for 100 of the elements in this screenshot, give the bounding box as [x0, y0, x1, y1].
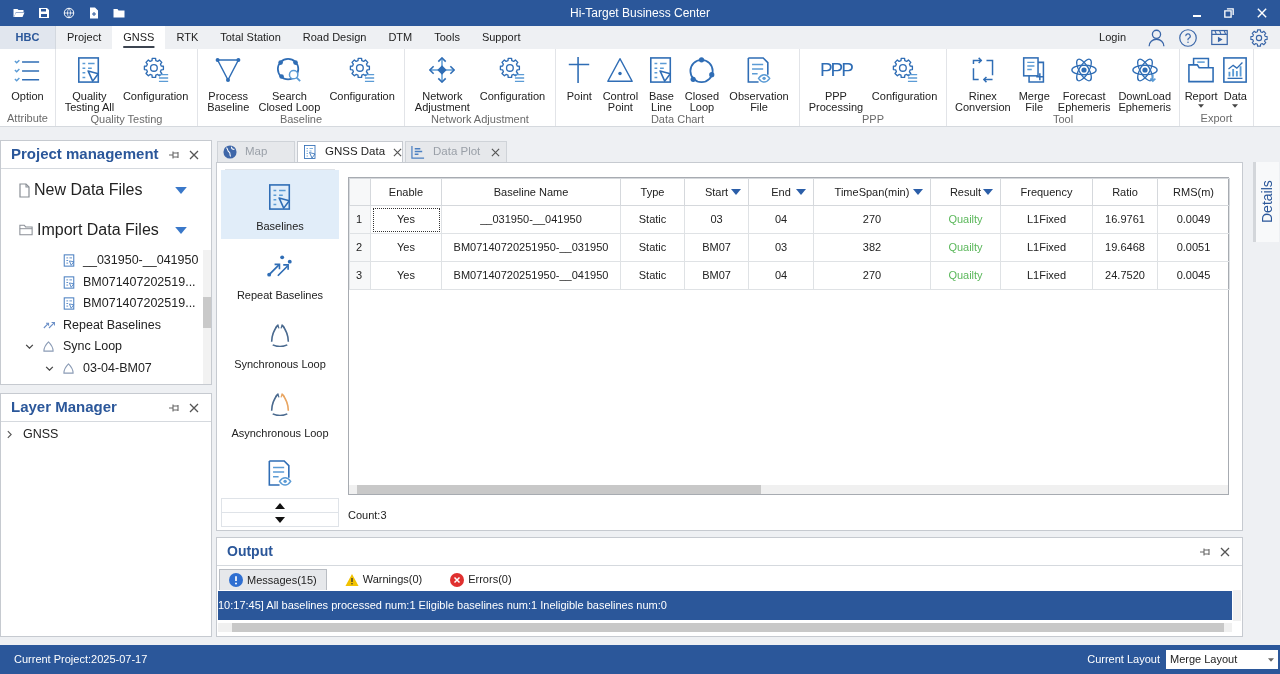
tree-item[interactable]: 03-04-BM07	[83, 358, 152, 378]
column-header[interactable]: TimeSpan(min)	[813, 178, 931, 206]
restore-icon[interactable]	[1224, 8, 1234, 18]
column-header[interactable]: Type	[620, 178, 685, 206]
column-header[interactable]: Frequency	[1000, 178, 1093, 206]
column-header[interactable]: Start	[684, 178, 749, 206]
caret-icon[interactable]	[1232, 104, 1239, 108]
column-header[interactable]: Baseline Name	[441, 178, 621, 206]
tree-item[interactable]: __031950-__041950	[83, 251, 199, 271]
tree-item[interactable]: BM071407202519...	[83, 294, 196, 314]
folder-open-icon[interactable]	[13, 7, 25, 19]
ribbon-button[interactable]: Search Closed Loop	[258, 55, 321, 113]
scrollbar-thumb[interactable]	[203, 297, 211, 328]
menu-tab[interactable]: RTK	[165, 26, 210, 49]
close-icon[interactable]	[189, 402, 199, 413]
dropdown-arrow-icon[interactable]	[175, 226, 187, 234]
ribbon-button[interactable]: Data	[1222, 55, 1249, 108]
save-icon[interactable]	[38, 7, 50, 19]
caret-icon[interactable]	[1198, 104, 1205, 108]
app-menu-button[interactable]: HBC	[0, 26, 56, 49]
new-file-icon[interactable]	[88, 7, 100, 19]
layout-dropdown[interactable]: Merge Layout	[1166, 650, 1278, 669]
ribbon-button[interactable]: Configuration	[329, 55, 395, 102]
table-cell: 270	[813, 261, 931, 290]
caret-icon[interactable]	[1268, 657, 1274, 662]
nav-item[interactable]: Baselines	[221, 170, 339, 239]
menu-tab[interactable]: Project	[56, 26, 113, 49]
row-number: 1	[349, 205, 371, 234]
output-tab[interactable]: Messages(15)	[219, 569, 327, 590]
tree-item[interactable]: BM071407202519...	[83, 272, 196, 292]
menu-tab[interactable]: Tools	[423, 26, 471, 49]
column-header[interactable]: End	[748, 178, 814, 206]
tree-item[interactable]: Repeat Baselines	[63, 315, 161, 335]
pin-icon[interactable]	[169, 150, 179, 159]
document-tab[interactable]: GNSS Data	[297, 141, 403, 162]
ribbon-button[interactable]: Point	[566, 55, 593, 102]
section-header[interactable]: Import Data Files	[19, 219, 187, 241]
login-link[interactable]: Login	[1099, 29, 1126, 46]
globe-icon[interactable]	[63, 7, 75, 19]
dropdown-arrow-icon[interactable]	[913, 189, 923, 195]
dropdown-arrow-icon[interactable]	[175, 186, 187, 194]
output-tab[interactable]: Warnings(0)	[334, 569, 433, 590]
menu-tab[interactable]: Total Station	[209, 26, 292, 49]
ribbon-button[interactable]: Configuration	[479, 55, 546, 102]
ribbon-button[interactable]: Forecast Ephemeris	[1057, 55, 1111, 113]
ribbon-button[interactable]: Rinex Conversion	[955, 55, 1011, 113]
ribbon-button[interactable]: Merge File	[1018, 55, 1050, 113]
vertical-scrollbar[interactable]	[203, 250, 211, 384]
scrollbar-thumb[interactable]	[357, 485, 761, 494]
tree-item[interactable]: GNSS	[23, 425, 59, 444]
dropdown-arrow-icon[interactable]	[796, 189, 806, 195]
menu-tab[interactable]: Road Design	[291, 26, 378, 49]
dropdown-arrow-icon[interactable]	[731, 189, 741, 195]
column-header[interactable]: RMS(m)	[1157, 178, 1230, 206]
chevron-down-icon[interactable]	[45, 365, 54, 371]
ribbon-button[interactable]: Closed Loop	[684, 55, 720, 113]
pin-icon[interactable]	[169, 403, 179, 412]
ribbon-button[interactable]: PPP PPP Processing	[808, 55, 864, 113]
close-icon[interactable]	[393, 147, 403, 157]
ribbon-button[interactable]: Network Adjustment	[414, 55, 470, 113]
horizontal-scrollbar[interactable]	[349, 485, 1228, 494]
folder-icon[interactable]	[113, 7, 125, 19]
folder-document-icon	[1188, 57, 1215, 83]
ribbon-button[interactable]: Configuration	[871, 55, 938, 102]
menu-tab[interactable]: Support	[470, 26, 532, 49]
chevron-right-icon[interactable]	[7, 430, 12, 439]
ribbon-button[interactable]: Report	[1184, 55, 1218, 108]
column-header[interactable]: Ratio	[1092, 178, 1158, 206]
scroll-down-icon[interactable]	[275, 516, 285, 523]
user-icon[interactable]	[1148, 28, 1165, 47]
help-icon[interactable]	[1179, 28, 1197, 47]
tree-item[interactable]: Sync Loop	[63, 337, 123, 357]
ribbon-button[interactable]: Option	[11, 55, 44, 102]
ribbon-button[interactable]: Process Baseline	[207, 55, 250, 113]
gear-icon	[142, 57, 169, 83]
ribbon-button[interactable]: Control Point	[602, 55, 639, 113]
settings-icon[interactable]	[1250, 28, 1268, 47]
ribbon-button[interactable]: Observation File	[729, 55, 789, 113]
log-message[interactable]: 10:17:45] All baselines processed num:1 Eligible baselines num:1 Ineligible baselines num:0	[218, 591, 1232, 620]
ribbon-button[interactable]: Configuration	[122, 55, 189, 102]
ribbon-button[interactable]: Quality Testing All	[64, 55, 115, 113]
side-tab[interactable]: Details	[1253, 162, 1279, 242]
file-icon	[63, 297, 75, 311]
pin-icon[interactable]	[1200, 547, 1210, 556]
chevron-down-icon[interactable]	[25, 344, 34, 350]
ribbon-button[interactable]: Base Line	[648, 55, 675, 113]
menu-tab[interactable]: GNSS	[112, 26, 166, 49]
column-header[interactable]: Enable	[370, 178, 442, 206]
close-icon[interactable]	[1220, 546, 1230, 557]
section-header[interactable]: New Data Files	[19, 179, 187, 201]
menu-tab[interactable]: DTM	[377, 26, 424, 49]
close-icon[interactable]	[491, 147, 500, 157]
column-header[interactable]: Result	[930, 178, 1001, 206]
output-tab[interactable]: Errors(0)	[440, 569, 522, 590]
close-icon[interactable]	[189, 149, 199, 160]
video-icon[interactable]	[1211, 29, 1228, 46]
dropdown-arrow-icon[interactable]	[983, 189, 993, 195]
ribbon-button[interactable]: DownLoad Ephemeris	[1118, 55, 1171, 113]
scroll-up-icon[interactable]	[275, 502, 285, 509]
vertical-scrollbar[interactable]	[1233, 590, 1241, 621]
